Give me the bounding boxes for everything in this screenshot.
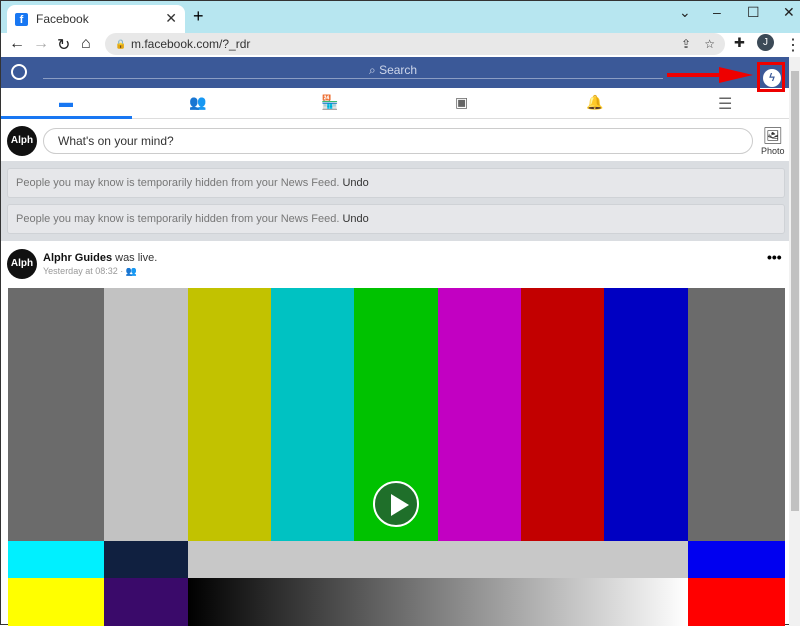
close-tab-icon[interactable]: ✕ xyxy=(165,10,177,27)
annotation-arrowhead xyxy=(719,67,753,83)
post-header: Alph Alphr Guides was live. Yesterday at… xyxy=(1,241,789,287)
color-bar xyxy=(104,288,188,541)
minimize-icon[interactable]: – xyxy=(713,4,721,20)
avatar: Alph xyxy=(7,126,37,156)
search-icon: ⌕ xyxy=(369,63,380,77)
scrollbar[interactable] xyxy=(789,57,800,626)
reload-icon[interactable]: ↻ xyxy=(57,35,70,55)
color-bar xyxy=(688,578,785,626)
tab-title: Facebook xyxy=(36,12,89,26)
friends-icon[interactable]: 👥 xyxy=(189,94,206,111)
watch-icon[interactable]: ▣ xyxy=(455,94,468,111)
menu-icon[interactable]: ☰ xyxy=(718,94,732,114)
address-bar[interactable]: 🔒 m.facebook.com/?_rdr ⇪ ☆ xyxy=(105,33,725,55)
search-input[interactable]: ⌕ Search xyxy=(369,63,417,78)
marketplace-icon[interactable]: 🏪 xyxy=(321,94,338,111)
color-bar xyxy=(104,541,188,578)
messenger-highlight-box: ϟ xyxy=(757,62,785,92)
photo-label: Photo xyxy=(761,146,785,156)
url-text: m.facebook.com/?_rdr xyxy=(131,37,251,51)
back-icon[interactable]: ← xyxy=(9,35,25,53)
post-options-icon[interactable]: ••• xyxy=(767,249,782,265)
news-feed-icon[interactable]: ▬ xyxy=(59,94,73,110)
browser-toolbar: ← → ↻ ⌂ 🔒 m.facebook.com/?_rdr ⇪ ☆ ✚ J ⋮ xyxy=(1,33,800,57)
notices-area: People you may know is temporarily hidde… xyxy=(1,161,789,241)
close-window-icon[interactable]: ✕ xyxy=(783,4,795,21)
post-title: Alphr Guides was live. xyxy=(43,252,158,264)
color-bar xyxy=(8,541,104,578)
author-avatar[interactable]: Alph xyxy=(7,249,37,279)
color-bar xyxy=(188,541,688,578)
color-bar xyxy=(8,578,104,626)
color-bar xyxy=(688,288,785,541)
search-underline xyxy=(43,78,663,79)
notice: People you may know is temporarily hidde… xyxy=(7,168,785,198)
annotation-arrow xyxy=(667,73,727,77)
profile-icon[interactable] xyxy=(11,64,27,80)
share-icon[interactable]: ⇪ xyxy=(681,33,691,55)
color-bar xyxy=(521,288,604,541)
author-link[interactable]: Alphr Guides xyxy=(43,252,112,264)
color-bar xyxy=(604,288,688,541)
color-bar xyxy=(271,288,354,541)
scrollbar-thumb[interactable] xyxy=(791,71,799,511)
photo-icon: 🖼 xyxy=(762,128,783,145)
status-input[interactable]: What's on your mind? xyxy=(43,128,753,154)
browser-tab[interactable]: f Facebook ✕ xyxy=(7,5,185,33)
bookmark-star-icon[interactable]: ☆ xyxy=(704,33,715,55)
active-tab-indicator xyxy=(1,116,132,119)
lock-icon: 🔒 xyxy=(115,39,127,49)
tab-search-icon[interactable]: ⌄ xyxy=(679,4,691,21)
color-bar xyxy=(188,288,271,541)
forward-icon[interactable]: → xyxy=(33,35,49,53)
color-bar xyxy=(104,578,188,626)
home-icon[interactable]: ⌂ xyxy=(81,35,91,53)
profile-avatar[interactable]: J xyxy=(757,34,774,51)
color-bar xyxy=(438,288,521,541)
facebook-nav: ▬ 👥 🏪 ▣ 🔔 ☰ xyxy=(1,89,789,119)
facebook-favicon-icon: f xyxy=(15,12,28,26)
friends-audience-icon: 👥 xyxy=(125,266,137,276)
color-bar xyxy=(8,288,104,541)
notice: People you may know is temporarily hidde… xyxy=(7,204,785,234)
gradient-bar xyxy=(188,578,688,626)
maximize-icon[interactable]: ☐ xyxy=(747,4,760,21)
undo-link[interactable]: Undo xyxy=(342,177,368,189)
messenger-icon[interactable]: ϟ xyxy=(763,69,781,87)
browser-tab-strip: f Facebook ✕ + ⌄ – ☐ ✕ xyxy=(1,1,800,33)
undo-link[interactable]: Undo xyxy=(342,213,368,225)
photo-button[interactable]: 🖼 Photo xyxy=(761,126,785,156)
post-time[interactable]: Yesterday at 08:32 · 👥 xyxy=(43,266,137,277)
browser-menu-icon[interactable]: ⋮ xyxy=(785,35,800,55)
live-video[interactable] xyxy=(8,288,785,626)
color-bar xyxy=(688,541,785,578)
new-tab-icon[interactable]: + xyxy=(193,6,204,27)
composer: Alph What's on your mind? 🖼 Photo xyxy=(1,120,789,161)
notifications-icon[interactable]: 🔔 xyxy=(586,94,603,111)
extensions-icon[interactable]: ✚ xyxy=(734,35,745,51)
play-button[interactable] xyxy=(373,481,419,527)
